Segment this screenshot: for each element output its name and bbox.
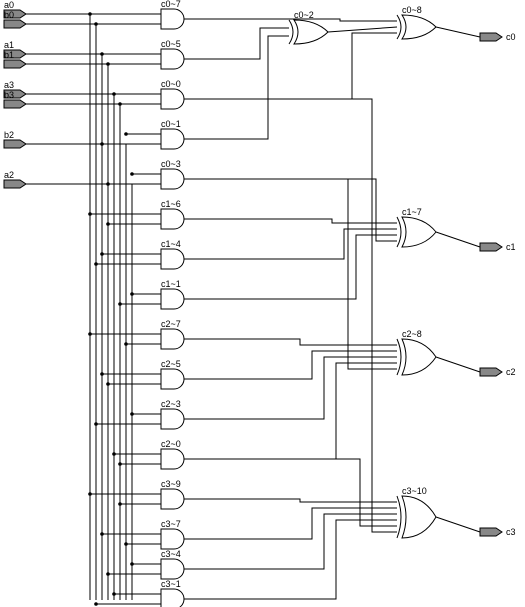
a3-label: a3 — [4, 80, 14, 90]
c0_0-label: c0~0 — [161, 79, 181, 89]
c0_1 — [161, 129, 184, 149]
c3_10-label: c3~10 — [402, 486, 427, 496]
c2-pin — [480, 368, 502, 376]
c3-pin — [480, 528, 502, 536]
a2-pin — [4, 180, 26, 188]
c1_6-label: c1~6 — [161, 199, 181, 209]
c3_4-label: c3~4 — [161, 549, 181, 559]
c1_1-label: c1~1 — [161, 279, 181, 289]
c3_9 — [161, 489, 184, 509]
c2_0 — [161, 449, 184, 469]
b3-pin — [4, 100, 26, 108]
c0_0 — [161, 89, 184, 109]
c0-label: c0 — [506, 32, 516, 42]
c0_8-label: c0~8 — [402, 5, 422, 15]
c0-pin — [480, 33, 502, 41]
c2_3 — [161, 409, 184, 429]
a0-label: a0 — [4, 0, 14, 10]
b2-pin — [4, 140, 26, 148]
c1_7o — [402, 217, 436, 247]
a1-label: a1 — [4, 40, 14, 50]
b3-label: b3 — [4, 90, 14, 100]
c0_2 — [294, 20, 328, 44]
c0_5 — [161, 49, 184, 69]
c1-pin — [480, 243, 502, 251]
b1-pin — [4, 60, 26, 68]
c2_8-label: c2~8 — [402, 329, 422, 339]
c3_10 — [402, 496, 436, 538]
b1-label: b1 — [4, 50, 14, 60]
c1_4 — [161, 249, 184, 269]
c2_5-label: c2~5 — [161, 359, 181, 369]
c2_8 — [402, 339, 436, 375]
c3_7-label: c3~7 — [161, 519, 181, 529]
c0_8 — [402, 15, 436, 39]
c0_3-label: c0~3 — [161, 159, 181, 169]
c1_6 — [161, 209, 184, 229]
c0_7-label: c0~7 — [161, 0, 181, 9]
c2_3-label: c2~3 — [161, 399, 181, 409]
c3_1 — [161, 589, 184, 607]
b0-pin — [4, 20, 26, 28]
c3_4 — [161, 559, 184, 579]
c2_0-label: c2~0 — [161, 439, 181, 449]
c2-label: c2 — [506, 367, 516, 377]
c3_9-label: c3~9 — [161, 479, 181, 489]
c3-label: c3 — [506, 527, 516, 537]
c3_7 — [161, 529, 184, 549]
c1_7o-label: c1~7 — [402, 207, 422, 217]
c2_5 — [161, 369, 184, 389]
b0-label: b0 — [4, 10, 14, 20]
c2_7-label: c2~7 — [161, 319, 181, 329]
c0_5-label: c0~5 — [161, 39, 181, 49]
c1_1 — [161, 289, 184, 309]
a2-label: a2 — [4, 170, 14, 180]
c3_1-label: c3~1 — [161, 579, 181, 589]
c2_7 — [161, 329, 184, 349]
c1-label: c1 — [506, 242, 516, 252]
c1_4-label: c1~4 — [161, 239, 181, 249]
b2-label: b2 — [4, 130, 14, 140]
c0_7 — [161, 9, 184, 29]
c0_1-label: c0~1 — [161, 119, 181, 129]
c0_3 — [161, 169, 184, 189]
